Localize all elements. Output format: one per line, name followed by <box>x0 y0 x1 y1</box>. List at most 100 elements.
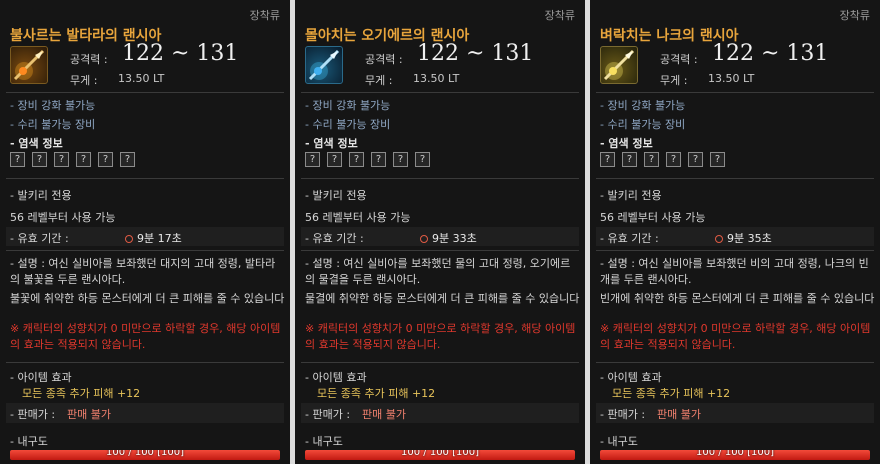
sale-value: 판매 불가 <box>67 408 111 421</box>
enhance-info: - 장비 강화 불가능 <box>305 99 391 112</box>
divider <box>301 92 579 93</box>
item-category: 장착류 <box>544 9 575 22</box>
dye-info-label: - 염색 정보 <box>600 137 653 150</box>
period-value: 9분 33초 <box>420 230 477 246</box>
dye-slot[interactable]: ? <box>120 152 135 167</box>
durability-bar: 100 / 100 [100] <box>600 450 870 460</box>
dye-slot[interactable]: ? <box>644 152 659 167</box>
fire-lance-icon[interactable] <box>10 46 48 84</box>
period-label: - 유효 기간 : <box>600 232 659 245</box>
class-restriction: - 발키리 전용 <box>305 189 367 202</box>
durability-text: 100 / 100 [100] <box>696 450 774 458</box>
clock-icon <box>715 235 723 243</box>
sale-value: 판매 불가 <box>657 408 701 421</box>
dye-info-label: - 염색 정보 <box>10 137 63 150</box>
alignment-warning: ※ 캐릭터의 성향치가 0 미만으로 하락할 경우, 해당 아이템의 효과는 적… <box>10 322 281 351</box>
period-label: - 유효 기간 : <box>10 232 69 245</box>
divider <box>596 92 874 93</box>
sale-label: - 판매가 : <box>10 408 56 421</box>
description: - 설명 : 여신 실비아를 보좌했던 물의 고대 정령, 오기에르의 물결을 … <box>305 257 571 286</box>
level-requirement: 56 레벨부터 사용 가능 <box>10 211 116 224</box>
attack-value: 122 ~ 131 <box>122 41 239 66</box>
divider <box>6 92 284 93</box>
repair-info: - 수리 불가능 장비 <box>600 118 686 131</box>
level-requirement: 56 레벨부터 사용 가능 <box>600 211 706 224</box>
weight-value: 13.50 LT <box>118 72 165 85</box>
durability-label: - 내구도 <box>305 435 343 448</box>
thunder-lance-icon[interactable] <box>600 46 638 84</box>
divider <box>301 362 579 363</box>
dye-slot[interactable]: ? <box>305 152 320 167</box>
durability-label: - 내구도 <box>600 435 638 448</box>
divider <box>596 362 874 363</box>
dye-slot[interactable]: ? <box>327 152 342 167</box>
level-requirement: 56 레벨부터 사용 가능 <box>305 211 411 224</box>
attack-label: 공격력 : <box>70 53 108 66</box>
dye-slot[interactable]: ? <box>371 152 386 167</box>
dye-slot[interactable]: ? <box>415 152 430 167</box>
attack-label: 공격력 : <box>365 53 403 66</box>
water-lance-icon[interactable] <box>305 46 343 84</box>
item-effect-value: 모든 종족 추가 피해 +12 <box>612 387 731 400</box>
weight-label: 무게 : <box>70 74 98 87</box>
divider <box>596 250 874 251</box>
item-category: 장착류 <box>249 9 280 22</box>
sale-value: 판매 불가 <box>362 408 406 421</box>
attack-value: 122 ~ 131 <box>417 41 534 66</box>
period-value: 9분 35초 <box>715 230 772 246</box>
dye-slot[interactable]: ? <box>393 152 408 167</box>
item-effect-value: 모든 종족 추가 피해 +12 <box>317 387 436 400</box>
durability-text: 100 / 100 [100] <box>401 450 479 458</box>
durability-label: - 내구도 <box>10 435 48 448</box>
alignment-warning: ※ 캐릭터의 성향치가 0 미만으로 하락할 경우, 해당 아이템의 효과는 적… <box>305 322 576 351</box>
weight-label: 무게 : <box>660 74 688 87</box>
weight-value: 13.50 LT <box>413 72 460 85</box>
attack-value: 122 ~ 131 <box>712 41 829 66</box>
alignment-warning: ※ 캐릭터의 성향치가 0 미만으로 하락할 경우, 해당 아이템의 효과는 적… <box>600 322 871 351</box>
item-tooltip-0: 장착류 불사르는 발타라의 랜시아 공격력 : 122 ~ 131 무게 : 1… <box>0 0 290 464</box>
divider <box>301 250 579 251</box>
divider <box>6 178 284 179</box>
enhance-info: - 장비 강화 불가능 <box>10 99 96 112</box>
clock-icon <box>420 235 428 243</box>
dye-slot[interactable]: ? <box>710 152 725 167</box>
dye-slot[interactable]: ? <box>10 152 25 167</box>
class-restriction: - 발키리 전용 <box>10 189 72 202</box>
period-label: - 유효 기간 : <box>305 232 364 245</box>
attack-label: 공격력 : <box>660 53 698 66</box>
description: - 설명 : 여신 실비아를 보좌했던 비의 고대 정령, 나크의 빈개를 두른… <box>600 257 869 286</box>
divider <box>301 178 579 179</box>
weight-label: 무게 : <box>365 74 393 87</box>
durability-text: 100 / 100 [100] <box>106 450 184 458</box>
dye-slot[interactable]: ? <box>98 152 113 167</box>
divider <box>596 178 874 179</box>
repair-info: - 수리 불가능 장비 <box>10 118 96 131</box>
description-effect: 불꽃에 취약한 하등 몬스터에게 더 큰 피해를 줄 수 있습니다 <box>10 292 285 305</box>
divider <box>6 250 284 251</box>
item-effect-value: 모든 종족 추가 피해 +12 <box>22 387 141 400</box>
sale-label: - 판매가 : <box>600 408 646 421</box>
item-tooltip-2: 장착류 벼락치는 나크의 랜시아 공격력 : 122 ~ 131 무게 : 13… <box>590 0 880 464</box>
dye-slot[interactable]: ? <box>349 152 364 167</box>
enhance-info: - 장비 강화 불가능 <box>600 99 686 112</box>
tooltip-comparison: 장착류 불사르는 발타라의 랜시아 공격력 : 122 ~ 131 무게 : 1… <box>0 0 880 464</box>
item-category: 장착류 <box>839 9 870 22</box>
dye-slot[interactable]: ? <box>666 152 681 167</box>
durability-bar: 100 / 100 [100] <box>10 450 280 460</box>
class-restriction: - 발키리 전용 <box>600 189 662 202</box>
durability-bar: 100 / 100 [100] <box>305 450 575 460</box>
dye-slot[interactable]: ? <box>54 152 69 167</box>
period-value: 9분 17초 <box>125 230 182 246</box>
dye-slot[interactable]: ? <box>622 152 637 167</box>
dye-slot[interactable]: ? <box>600 152 615 167</box>
item-effect-label: - 아이템 효과 <box>600 371 662 384</box>
description: - 설명 : 여신 실비아를 보좌했던 대지의 고대 정령, 발타라의 불꽃을 … <box>10 257 276 286</box>
dye-slot[interactable]: ? <box>688 152 703 167</box>
dye-slot[interactable]: ? <box>32 152 47 167</box>
description-effect: 빈개에 취약한 하등 몬스터에게 더 큰 피해를 줄 수 있습니다 <box>600 292 875 305</box>
weight-value: 13.50 LT <box>708 72 755 85</box>
item-effect-label: - 아이템 효과 <box>10 371 72 384</box>
item-tooltip-1: 장착류 몰아치는 오기에르의 랜시아 공격력 : 122 ~ 131 무게 : … <box>295 0 585 464</box>
description-effect: 물결에 취약한 하등 몬스터에게 더 큰 피해를 줄 수 있습니다 <box>305 292 580 305</box>
dye-slot[interactable]: ? <box>76 152 91 167</box>
